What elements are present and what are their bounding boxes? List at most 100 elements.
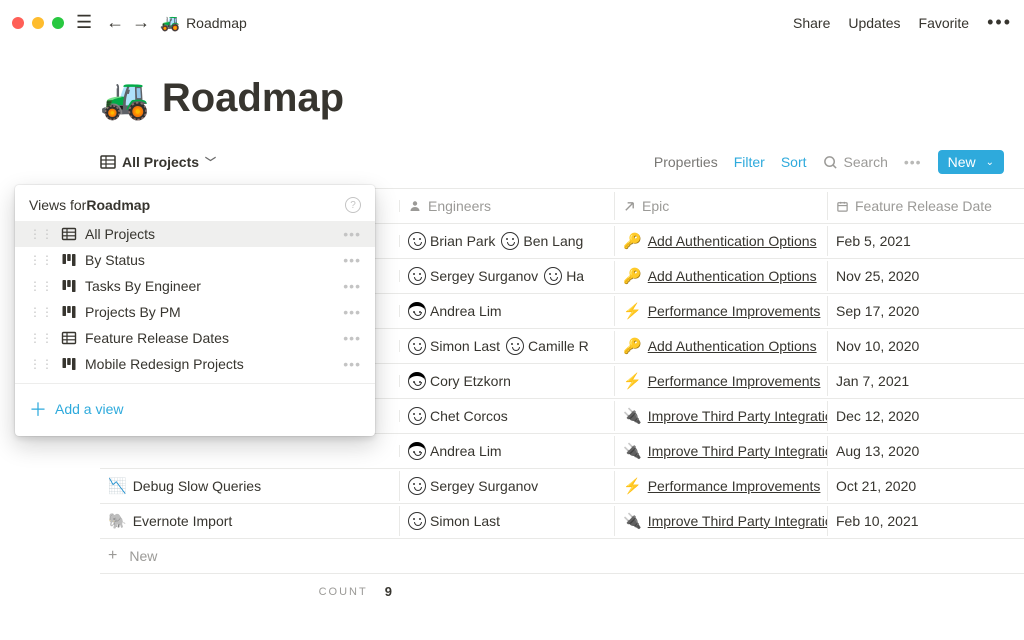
cell-name[interactable] [100,445,400,457]
epic-link[interactable]: Add Authentication Options [648,338,817,354]
dropdown-header-prefix: Views for [29,197,86,213]
cell-engineers[interactable]: Cory Etzkorn [400,366,615,396]
cell-engineers[interactable]: Andrea Lim [400,296,615,326]
cell-epic[interactable]: 🔌Improve Third Party Integrations [615,401,828,431]
person-name: Ben Lang [523,233,583,249]
table-row[interactable]: 📉Debug Slow QueriesSergey Surganov⚡Perfo… [100,469,1024,504]
person-name: Brian Park [430,233,495,249]
close-window[interactable] [12,17,24,29]
epic-link[interactable]: Improve Third Party Integrations [648,408,828,424]
cell-date[interactable]: Sep 17, 2020 [828,297,1024,325]
drag-handle-icon[interactable]: ⋮⋮ [29,227,53,241]
properties-button[interactable]: Properties [654,154,718,170]
view-item[interactable]: ⋮⋮Tasks By Engineer••• [15,273,375,299]
epic-link[interactable]: Performance Improvements [648,478,821,494]
cell-date[interactable]: Jan 7, 2021 [828,367,1024,395]
maximize-window[interactable] [52,17,64,29]
cell-epic[interactable]: 🔑Add Authentication Options [615,331,828,361]
view-item-more-icon[interactable]: ••• [343,304,361,320]
share-button[interactable]: Share [793,15,830,31]
new-button[interactable]: New ⌄ [938,150,1004,174]
help-icon[interactable]: ? [345,197,361,213]
more-menu-icon[interactable]: ••• [987,12,1012,33]
minimize-window[interactable] [32,17,44,29]
page-title[interactable]: Roadmap [162,76,344,121]
cell-date[interactable]: Dec 12, 2020 [828,402,1024,430]
favorite-button[interactable]: Favorite [919,15,970,31]
person-chip: Andrea Lim [408,442,502,460]
cell-epic[interactable]: ⚡Performance Improvements [615,296,828,326]
view-item-more-icon[interactable]: ••• [343,330,361,346]
epic-link[interactable]: Add Authentication Options [648,268,817,284]
cell-date[interactable]: Oct 21, 2020 [828,472,1024,500]
epic-link[interactable]: Performance Improvements [648,303,821,319]
cell-date[interactable]: Feb 5, 2021 [828,227,1024,255]
cell-engineers[interactable]: Simon Last [400,506,615,536]
nav-back-icon[interactable]: ← [106,12,124,33]
board-view-icon [61,304,77,320]
topbar-actions: Share Updates Favorite ••• [793,12,1012,33]
cell-epic[interactable]: 🔑Add Authentication Options [615,226,828,256]
drag-handle-icon[interactable]: ⋮⋮ [29,357,53,371]
search-button[interactable]: Search [823,154,888,170]
epic-link[interactable]: Add Authentication Options [648,233,817,249]
view-picker[interactable]: All Projects ﹀ [100,154,216,170]
view-item[interactable]: ⋮⋮All Projects••• [15,221,375,247]
cell-epic[interactable]: 🔌Improve Third Party Integrations [615,436,828,466]
view-item-more-icon[interactable]: ••• [343,252,361,268]
sort-button[interactable]: Sort [781,154,807,170]
cell-epic[interactable]: 🔑Add Authentication Options [615,261,828,291]
database-toolbar: All Projects ﹀ Properties Filter Sort Se… [100,150,1024,174]
add-view-button[interactable]: ＋ Add a view [15,390,375,428]
column-epic-header[interactable]: Epic [615,192,828,220]
cell-name[interactable]: 📉Debug Slow Queries [100,471,400,501]
epic-link[interactable]: Improve Third Party Integrations [648,443,828,459]
updates-button[interactable]: Updates [848,15,900,31]
cell-engineers[interactable]: Brian Park Ben Lang [400,226,615,256]
avatar-icon [408,232,426,250]
column-date-header[interactable]: Feature Release Date [828,192,1024,220]
drag-handle-icon[interactable]: ⋮⋮ [29,331,53,345]
view-item[interactable]: ⋮⋮Projects By PM••• [15,299,375,325]
cell-epic[interactable]: ⚡Performance Improvements [615,471,828,501]
cell-date[interactable]: Nov 10, 2020 [828,332,1024,360]
cell-name[interactable]: 🐘Evernote Import [100,506,400,536]
cell-engineers[interactable]: Sergey Surganov [400,471,615,501]
toolbar-more-icon[interactable]: ••• [904,154,922,170]
cell-engineers[interactable]: Chet Corcos [400,401,615,431]
cell-epic[interactable]: ⚡Performance Improvements [615,366,828,396]
view-item[interactable]: ⋮⋮Feature Release Dates••• [15,325,375,351]
table-row[interactable]: Andrea Lim 🔌Improve Third Party Integrati… [100,434,1024,469]
new-button-label: New [948,154,976,170]
epic-link[interactable]: Improve Third Party Integrations [648,513,828,529]
view-item-more-icon[interactable]: ••• [343,356,361,372]
new-row[interactable]: + New [100,539,1024,574]
view-item[interactable]: ⋮⋮By Status••• [15,247,375,273]
view-item-more-icon[interactable]: ••• [343,278,361,294]
cell-date[interactable]: Aug 13, 2020 [828,437,1024,465]
breadcrumb[interactable]: 🚜 Roadmap [160,13,247,33]
epic-link[interactable]: Performance Improvements [648,373,821,389]
nav-forward-icon[interactable]: → [132,12,150,33]
table-view-icon [61,226,77,242]
view-item-more-icon[interactable]: ••• [343,226,361,242]
page-emoji-icon[interactable]: 🚜 [100,75,150,122]
cell-epic[interactable]: 🔌Improve Third Party Integrations [615,506,828,536]
view-item[interactable]: ⋮⋮Mobile Redesign Projects••• [15,351,375,377]
drag-handle-icon[interactable]: ⋮⋮ [29,253,53,267]
cell-date[interactable]: Nov 25, 2020 [828,262,1024,290]
person-chip: Brian Park [408,232,495,250]
sidebar-toggle-icon[interactable]: ☰ [76,12,92,33]
person-chip: Ben Lang [501,232,583,250]
filter-button[interactable]: Filter [734,154,765,170]
cell-engineers[interactable]: Sergey Surganov Ha [400,261,615,291]
cell-engineers[interactable]: Simon Last Camille R [400,331,615,361]
person-name: Camille R [528,338,589,354]
drag-handle-icon[interactable]: ⋮⋮ [29,279,53,293]
cell-date[interactable]: Feb 10, 2021 [828,507,1024,535]
drag-handle-icon[interactable]: ⋮⋮ [29,305,53,319]
chevron-down-icon: ⌄ [986,157,994,168]
table-row[interactable]: 🐘Evernote ImportSimon Last🔌Improve Third… [100,504,1024,539]
cell-engineers[interactable]: Andrea Lim [400,436,615,466]
column-engineers-header[interactable]: Engineers [400,192,615,220]
